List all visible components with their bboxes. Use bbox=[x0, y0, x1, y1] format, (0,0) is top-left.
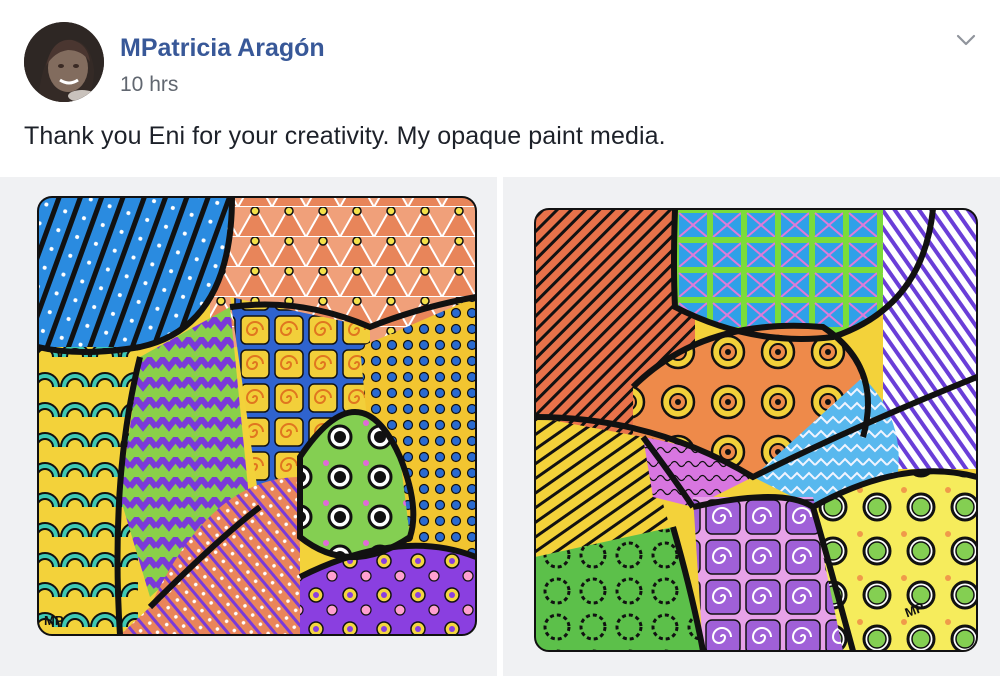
artist-signature: MP bbox=[44, 613, 64, 628]
photo-right[interactable]: MP bbox=[503, 177, 1000, 676]
zentangle-artwork-left: MP bbox=[0, 177, 497, 676]
post-text: Thank you Eni for your creativity. My op… bbox=[24, 122, 666, 150]
avatar-photo bbox=[24, 22, 104, 102]
avatar[interactable] bbox=[24, 22, 104, 102]
zentangle-artwork-right: MP bbox=[503, 177, 1000, 676]
photo-left[interactable]: MP bbox=[0, 177, 497, 676]
post-timestamp[interactable]: 10 hrs bbox=[120, 73, 178, 97]
chevron-down-icon[interactable] bbox=[954, 28, 978, 52]
photo-grid: MP MP bbox=[0, 177, 1000, 676]
post-header: MPatricia Aragón 10 hrs bbox=[24, 22, 976, 106]
author-name[interactable]: MPatricia Aragón bbox=[120, 34, 325, 63]
